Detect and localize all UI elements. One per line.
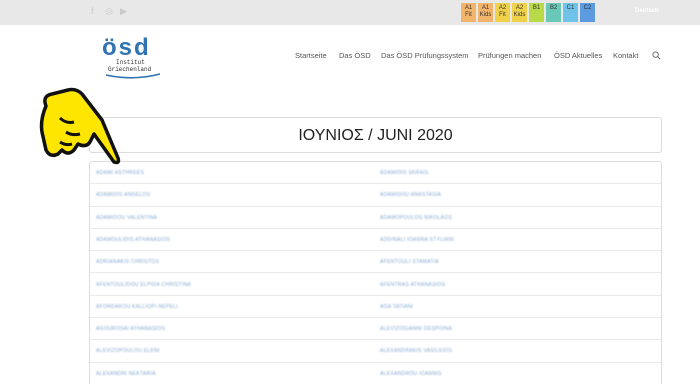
- level-sub: Fit: [499, 12, 506, 18]
- level-badge-1[interactable]: A1 Kids: [478, 3, 493, 22]
- candidate-name-link[interactable]: ALEXANDRI NEKTARIA: [96, 371, 156, 377]
- nav-pruefungen-machen[interactable]: Prüfungen machen: [478, 51, 541, 60]
- osd-logo[interactable]: ösd Institut Griechenland: [100, 33, 166, 81]
- candidate-name-link[interactable]: ADAMOPOULOS NIKOLAOS: [380, 215, 452, 221]
- level-badges: A1 Fit A1 Kids A2 Fit A2 Kids B1 B2 C1 C2: [461, 3, 595, 22]
- instagram-icon[interactable]: ◎: [105, 6, 113, 17]
- candidate-name-link[interactable]: ADAMIDIS ANGELOS: [96, 192, 150, 198]
- table-row: AFENTOULIDOU ELPIDA CHRISTINA AFENTRAS AT…: [90, 274, 661, 296]
- nav-das-osd[interactable]: Das ÖSD: [339, 51, 371, 60]
- level-code: B1: [532, 5, 541, 11]
- pointing-hand-icon: [39, 87, 121, 165]
- level-code: B2: [549, 5, 558, 11]
- candidate-name-link[interactable]: ALEVIZOGIANNI DESPOINA: [380, 326, 452, 332]
- table-row: ADAMOULIDIS ATHANASIOS ADDINALI IOANNA ST…: [90, 229, 661, 252]
- level-badge-7[interactable]: C2: [580, 3, 595, 22]
- level-sub: Kids: [479, 12, 492, 18]
- candidate-name-link[interactable]: AGA TATIANI: [380, 304, 413, 310]
- table-row: ALEVIZOPOULOU ELENI ALEXANDRAKIS VASILEIO…: [90, 340, 661, 363]
- search-icon[interactable]: [652, 51, 661, 60]
- level-code: A2: [498, 5, 507, 11]
- facebook-icon[interactable]: f: [91, 6, 94, 16]
- level-badge-0[interactable]: A1 Fit: [461, 3, 476, 22]
- candidate-name-link[interactable]: ADAMOULIDIS ATHANASIOS: [96, 237, 170, 243]
- table-row: ADAMIDIS ANGELOS ADAMIDOU ANASTASIA: [90, 184, 661, 207]
- table-row: ADAMI ASTHREES ADAMIDIS SKRAIS: [90, 162, 661, 185]
- nav-osd-aktuelles[interactable]: ÖSD Aktuelles: [554, 51, 602, 60]
- level-badge-5[interactable]: B2: [546, 3, 561, 22]
- candidate-name-link[interactable]: ADAMIDIS SKRAIS: [380, 170, 428, 176]
- candidate-name-link[interactable]: AFENTOULIDOU ELPIDA CHRISTINA: [96, 282, 191, 288]
- level-code: C1: [566, 5, 575, 11]
- results-table: ADAMI ASTHREES ADAMIDIS SKRAIS ADAMIDIS AN…: [89, 161, 662, 384]
- page-title: ΙΟΥΝΙΟΣ / JUNI 2020: [298, 127, 453, 144]
- level-badge-3[interactable]: A2 Kids: [512, 3, 527, 22]
- candidate-name-link[interactable]: ALEVIZOPOULOU ELENI: [96, 348, 160, 354]
- top-bar: f ◎ ▶ A1 Fit A1 Kids A2 Fit A2 Kids B1 B2 C1 C2 Deu…: [0, 0, 700, 25]
- level-sub: Kids: [513, 12, 526, 18]
- logo-swoosh: [105, 73, 161, 79]
- table-row: ADAMIDOU VALENTINA ADAMOPOULOS NIKOLAOS: [90, 207, 661, 229]
- candidate-name-link[interactable]: ALEXANDRAKIS VASILEIOS: [380, 348, 452, 354]
- candidate-name-link[interactable]: AFENTRAS ATHANASIOS: [380, 282, 445, 288]
- candidate-name-link[interactable]: AFORDAKOU KALLIOPI NEPELI: [96, 304, 178, 310]
- language-switch[interactable]: Deutsch: [635, 8, 659, 14]
- nav-kontakt[interactable]: Kontakt: [613, 51, 638, 60]
- candidate-name-link[interactable]: AGOUROSAI ATHANASIOS: [96, 326, 165, 332]
- level-sub: Fit: [465, 12, 472, 18]
- month-title-panel: ΙΟΥΝΙΟΣ / JUNI 2020: [89, 117, 662, 153]
- table-row: AGOUROSAI ATHANASIOS ALEVIZOGIANNI DESPOI…: [90, 318, 661, 341]
- candidate-name-link[interactable]: ALEXANDROU IOANNIS: [380, 371, 442, 377]
- nav-startseite[interactable]: Startseite: [295, 51, 327, 60]
- level-code: A2: [515, 5, 524, 11]
- level-code: A1: [464, 5, 473, 11]
- table-row: AFORDAKOU KALLIOPI NEPELI AGA TATIANI: [90, 296, 661, 319]
- candidate-name-link[interactable]: AFENTOULI STAMATIA: [380, 259, 439, 265]
- logo-wordmark: ösd: [102, 34, 151, 61]
- candidate-name-link[interactable]: ADDINALI IOANNA STYLIANI: [380, 237, 454, 243]
- level-badge-6[interactable]: C1: [563, 3, 578, 22]
- youtube-icon[interactable]: ▶: [120, 6, 127, 17]
- candidate-name-link[interactable]: ADAMIDOU VALENTINA: [96, 215, 157, 221]
- table-row: ALEXANDRI NEKTARIA ALEXANDROU IOANNIS: [90, 363, 661, 384]
- candidate-name-link[interactable]: ADRIANAKIS CHRISTOS: [96, 259, 159, 265]
- level-code: C2: [583, 5, 592, 11]
- level-badge-2[interactable]: A2 Fit: [495, 3, 510, 22]
- nav-pruefungssystem[interactable]: Das ÖSD Prüfungssystem: [381, 51, 469, 60]
- logo-line-2: Griechenland: [108, 66, 152, 73]
- candidate-name-link[interactable]: ADAMI ASTHREES: [96, 170, 144, 176]
- level-code: A1: [481, 5, 490, 11]
- logo-line-1: Institut: [116, 59, 145, 66]
- table-row: ADRIANAKIS CHRISTOS AFENTOULI STAMATIA: [90, 251, 661, 274]
- candidate-name-link[interactable]: ADAMIDOU ANASTASIA: [380, 192, 441, 198]
- level-badge-4[interactable]: B1: [529, 3, 544, 22]
